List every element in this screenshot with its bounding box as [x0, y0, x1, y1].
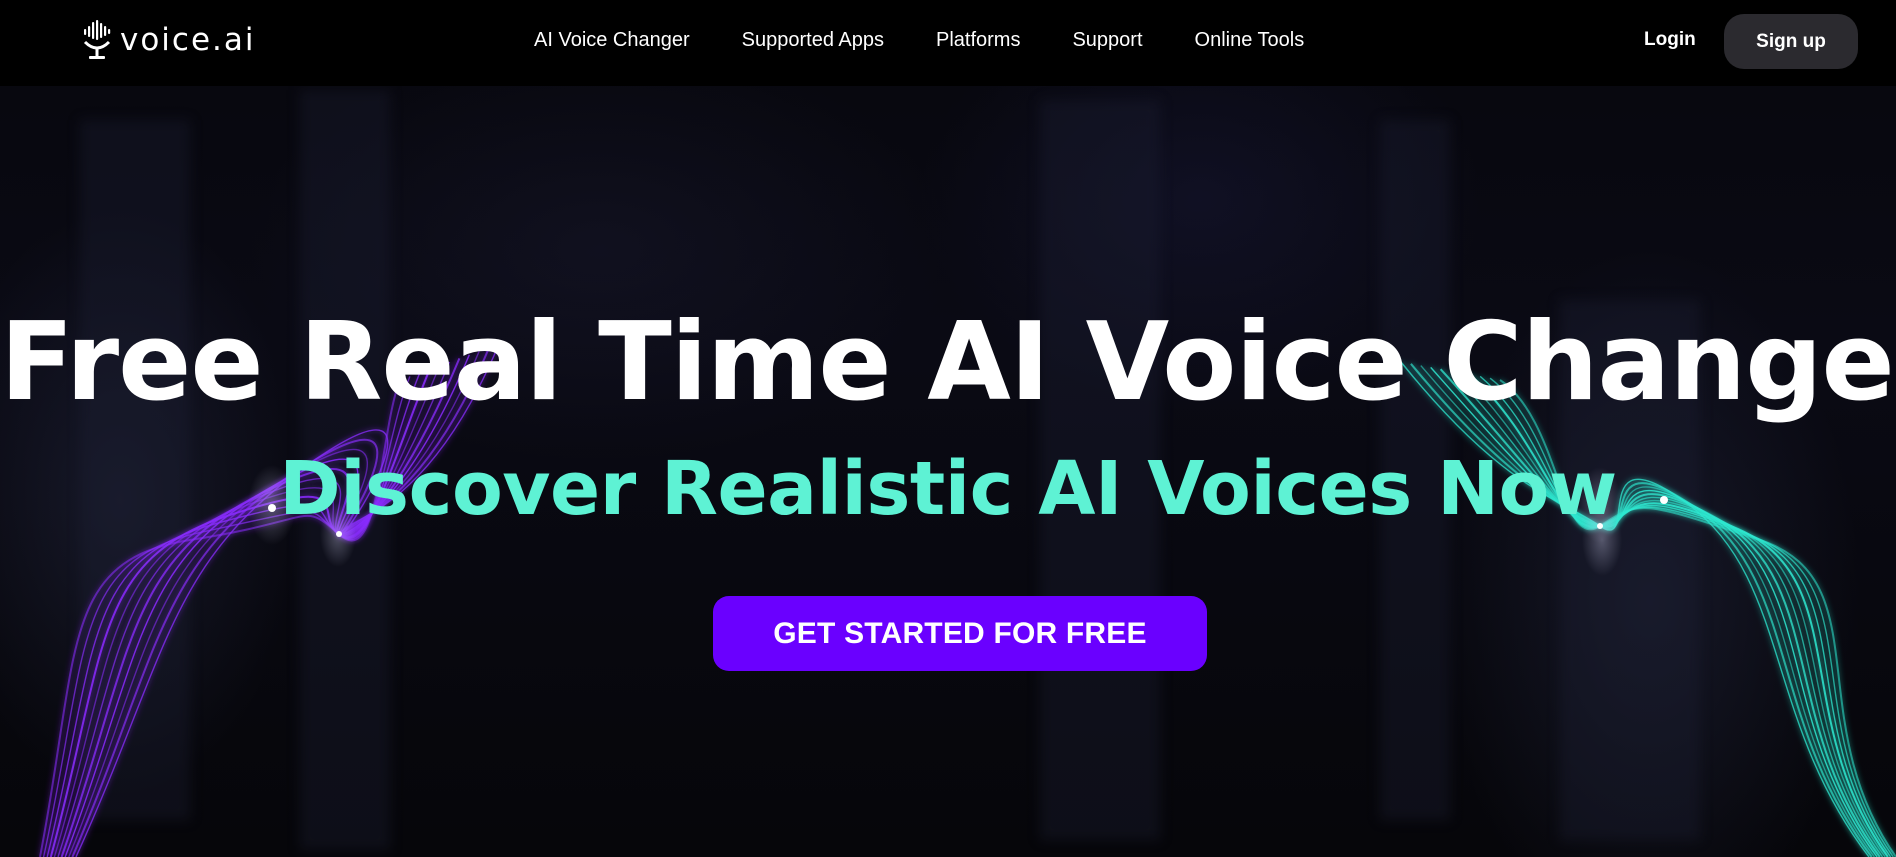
hero-subtitle: Discover Realistic AI Voices Now	[279, 446, 1617, 532]
brand-name: voice.ai	[120, 22, 256, 58]
microphone-waveform-icon	[83, 20, 111, 59]
get-started-button[interactable]: GET STARTED FOR FREE	[713, 596, 1207, 671]
login-link[interactable]: Login	[1644, 29, 1696, 51]
nav-link-support[interactable]: Support	[1072, 29, 1142, 52]
brand-logo[interactable]: voice.ai	[82, 20, 256, 60]
signup-button[interactable]: Sign up	[1724, 14, 1858, 69]
nav-link-platforms[interactable]: Platforms	[936, 29, 1020, 52]
hero-background	[0, 0, 1896, 857]
nav-link-online-tools[interactable]: Online Tools	[1195, 29, 1305, 52]
hero-title: Free Real Time AI Voice Changer	[0, 300, 1896, 425]
nav-link-supported-apps[interactable]: Supported Apps	[742, 29, 884, 52]
main-nav: AI Voice Changer Supported Apps Platform…	[534, 29, 1304, 52]
top-navbar: voice.ai AI Voice Changer Supported Apps…	[0, 0, 1896, 86]
nav-link-ai-voice-changer[interactable]: AI Voice Changer	[534, 29, 690, 52]
